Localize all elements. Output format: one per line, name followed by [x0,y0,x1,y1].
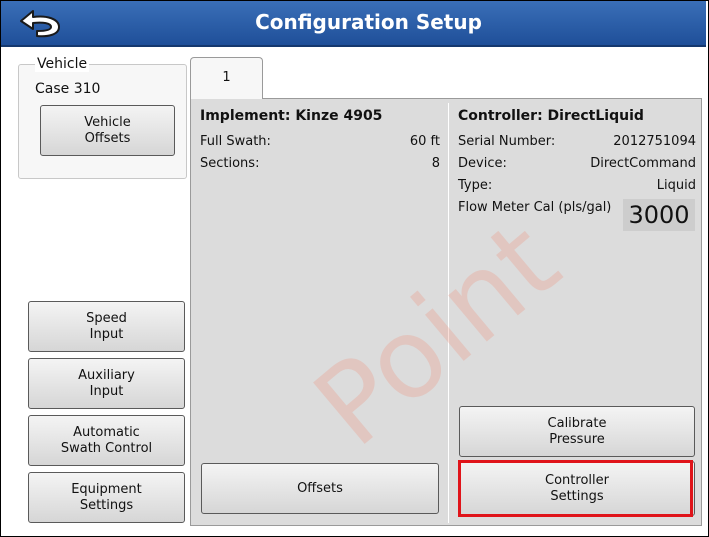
automatic-swath-control-button[interactable]: Automatic Swath Control [28,415,185,466]
device-label: Device: [458,156,507,171]
auxiliary-input-button[interactable]: Auxiliary Input [28,358,185,409]
vehicle-legend: Vehicle [35,56,90,72]
speed-input-button[interactable]: Speed Input [28,301,185,352]
offsets-button[interactable]: Offsets [201,463,439,514]
flow-meter-cal-label: Flow Meter Cal (pls/gal) [458,200,612,215]
serial-number-value: 2012751094 [613,134,696,149]
sections-value: 8 [431,156,440,171]
full-swath-label: Full Swath: [200,134,271,149]
serial-number-label: Serial Number: [458,134,556,149]
implement-title: Implement: Kinze 4905 [200,108,383,124]
equipment-settings-button[interactable]: Equipment Settings [28,472,185,523]
type-value: Liquid [656,178,696,193]
full-swath-value: 60 ft [409,134,440,149]
controller-title: Controller: DirectLiquid [458,108,644,124]
sections-label: Sections: [200,156,260,171]
calibrate-pressure-button[interactable]: Calibrate Pressure [459,406,695,457]
tab-1[interactable]: 1 [190,57,263,99]
flow-meter-cal-value[interactable]: 3000 [623,199,695,231]
type-label: Type: [458,178,493,193]
controller-settings-highlight [458,460,693,517]
page-title: Configuration Setup [255,10,482,34]
panel-divider [448,103,449,523]
vehicle-name: Case 310 [35,81,101,97]
title-bar: Configuration Setup [1,1,706,47]
device-value: DirectCommand [590,156,696,171]
vehicle-offsets-button[interactable]: Vehicle Offsets [40,105,175,156]
